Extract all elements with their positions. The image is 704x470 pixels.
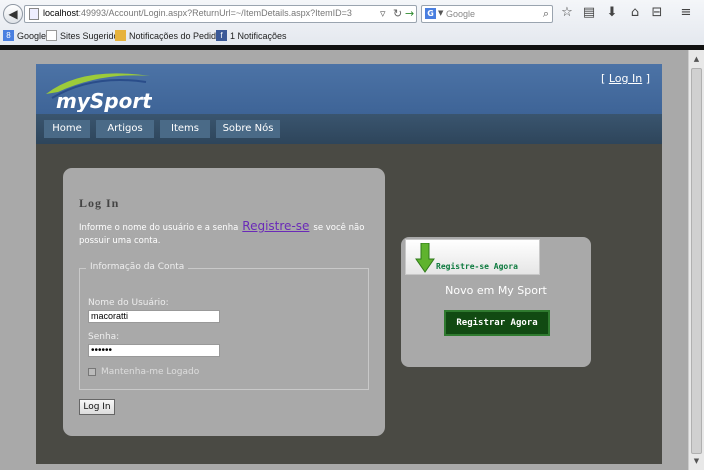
username-input[interactable]: macoratti bbox=[88, 310, 220, 323]
site-header: mySport [ Log In ] bbox=[36, 64, 662, 114]
login-button[interactable]: Log In bbox=[79, 399, 115, 415]
facebook-icon: f bbox=[216, 30, 227, 41]
home-icon[interactable]: ⌂ bbox=[626, 4, 644, 22]
password-input[interactable]: •••••• bbox=[88, 344, 220, 357]
remember-me[interactable]: Mantenha-me Logado bbox=[88, 367, 199, 377]
register-link[interactable]: Registre-se bbox=[238, 219, 313, 233]
site-menu: Home Artigos Items Sobre Nós bbox=[36, 114, 662, 144]
menu-item-items[interactable]: Items bbox=[160, 120, 210, 138]
bookmarks-bar: 8 Google Sites Sugeridos Notificações do … bbox=[0, 28, 704, 44]
scroll-thumb[interactable] bbox=[691, 68, 702, 454]
register-banner[interactable]: Registre-se Agora bbox=[405, 239, 540, 275]
bracket-close: ] bbox=[645, 72, 650, 85]
bookmark-label: Sites Sugeridos bbox=[60, 30, 124, 41]
page-icon bbox=[29, 8, 39, 20]
browser-navbar: ◀ localhost:49993/Account/Login.aspx?Ret… bbox=[0, 0, 704, 27]
search-icon[interactable]: ⌕ bbox=[543, 7, 549, 21]
url-bar[interactable]: localhost:49993/Account/Login.aspx?Retur… bbox=[24, 5, 417, 23]
dropdown-triangle-icon[interactable]: ▿ bbox=[380, 7, 386, 20]
google-icon: G bbox=[425, 8, 436, 19]
login-panel: Log In Informe o nome do usuário e a sen… bbox=[63, 168, 385, 436]
mysport-logo: mySport bbox=[46, 73, 152, 112]
clipboard-icon[interactable]: ▤ bbox=[580, 4, 598, 22]
register-banner-text: Registre-se Agora bbox=[436, 262, 518, 271]
scroll-down-icon[interactable]: ▼ bbox=[689, 454, 704, 468]
menu-item-artigos[interactable]: Artigos bbox=[96, 120, 154, 138]
fieldset-legend: Informação da Conta bbox=[86, 262, 189, 272]
login-title: Log In bbox=[79, 196, 120, 210]
header-login-link[interactable]: Log In bbox=[609, 72, 642, 85]
password-label: Senha: bbox=[88, 332, 120, 342]
register-panel: Registre-se Agora Novo em My Sport Regis… bbox=[401, 237, 591, 367]
tab-strip-edge bbox=[0, 45, 704, 50]
url-host: localhost bbox=[43, 8, 79, 18]
bookmark-sites-sugeridos[interactable]: Sites Sugeridos bbox=[46, 30, 123, 41]
menu-icon[interactable]: ≡ bbox=[677, 4, 695, 22]
menu-item-sobre-nos[interactable]: Sobre Nós bbox=[216, 120, 280, 138]
bookmark-label: Notificações do Pedid... bbox=[129, 30, 224, 41]
download-icon[interactable]: ⬇ bbox=[603, 4, 621, 22]
down-arrow-icon bbox=[415, 243, 435, 273]
vertical-scrollbar[interactable]: ▲ ▼ bbox=[688, 50, 704, 470]
bookmark-label: 1 Notificações bbox=[230, 30, 287, 41]
desc-before: Informe o nome do usuário e a senha bbox=[79, 223, 239, 233]
search-placeholder: Google bbox=[446, 9, 476, 19]
reload-icon[interactable]: ↻ bbox=[393, 7, 402, 20]
header-login: [ Log In ] bbox=[601, 72, 650, 85]
browser-chrome: ◀ localhost:49993/Account/Login.aspx?Ret… bbox=[0, 0, 704, 50]
bookmark-label: Google bbox=[17, 30, 47, 41]
back-button[interactable]: ◀ bbox=[3, 4, 23, 24]
url-text: localhost:49993/Account/Login.aspx?Retur… bbox=[43, 8, 352, 18]
google-icon: 8 bbox=[3, 30, 14, 41]
menu-item-home[interactable]: Home bbox=[44, 120, 90, 138]
remember-label: Mantenha-me Logado bbox=[101, 367, 200, 377]
logo-text: mySport bbox=[56, 89, 152, 112]
star-icon[interactable]: ☆ bbox=[558, 4, 576, 22]
bookmark-notificacoes-pedido[interactable]: Notificações do Pedid... bbox=[115, 30, 224, 41]
url-path: :49993/Account/Login.aspx?ReturnUrl=~/It… bbox=[78, 8, 352, 18]
bookmark-google[interactable]: 8 Google bbox=[3, 30, 46, 41]
folder-icon bbox=[115, 30, 126, 41]
page-icon bbox=[46, 30, 57, 41]
register-now-button[interactable]: Registrar Agora bbox=[444, 310, 550, 336]
username-label: Nome do Usuário: bbox=[88, 298, 169, 308]
back-arrow-icon: ◀ bbox=[8, 7, 18, 21]
chevron-down-icon[interactable]: ▼ bbox=[438, 9, 443, 17]
search-box[interactable]: G ▼ Google ⌕ bbox=[421, 5, 553, 23]
go-arrow-icon[interactable]: → bbox=[405, 7, 414, 20]
register-title: Novo em My Sport bbox=[445, 284, 547, 297]
bookmark-facebook[interactable]: f1 Notificações bbox=[216, 30, 287, 41]
remember-checkbox[interactable] bbox=[88, 368, 96, 376]
account-info-fieldset: Informação da Conta Nome do Usuário: mac… bbox=[79, 262, 369, 390]
login-description: Informe o nome do usuário e a senha Regis… bbox=[79, 220, 375, 248]
addon-icon[interactable]: ⊟ bbox=[648, 4, 666, 22]
bracket-open: [ bbox=[601, 72, 606, 85]
scroll-up-icon[interactable]: ▲ bbox=[689, 52, 704, 66]
